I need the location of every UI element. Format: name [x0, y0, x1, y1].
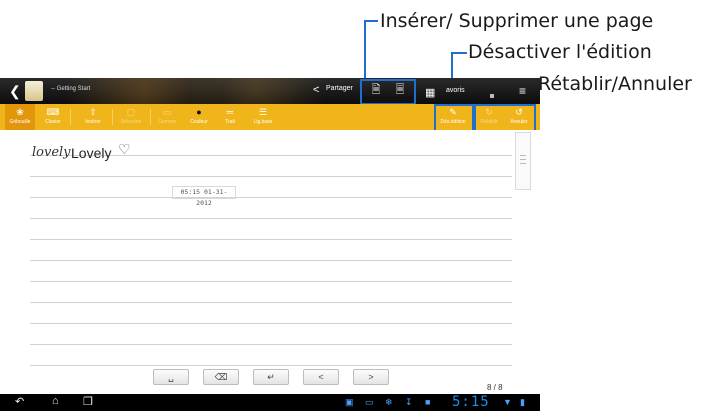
color-icon: ● — [196, 107, 202, 117]
callout-insert-delete-page: Insérer/ Supprimer une page — [380, 10, 654, 32]
insert-page-icon[interactable]: 🗎 — [365, 79, 387, 101]
back-chevron-icon[interactable]: ❮ — [9, 83, 21, 100]
handwritten-text[interactable]: lovely — [32, 145, 71, 160]
notebook-icon — [25, 81, 43, 101]
wifi-icon[interactable]: ▼ — [503, 397, 512, 407]
toolbar-baseline[interactable]: ☰ Lig.base — [246, 104, 280, 130]
notification-icon-2[interactable]: ▭ — [365, 397, 374, 408]
cursor-right-key[interactable]: > — [353, 369, 389, 385]
system-clock[interactable]: 5:15 — [452, 394, 490, 410]
baseline-icon: ☰ — [258, 107, 268, 117]
share-icon[interactable]: < — [313, 84, 323, 96]
heart-doodle-icon[interactable]: ♡ — [118, 141, 131, 158]
stroke-icon: ═ — [226, 107, 234, 117]
keyboard-icon: ⌨ — [46, 107, 60, 117]
toolbar-keyboard[interactable]: ⌨ Clavier — [38, 104, 68, 130]
notification-icon[interactable]: ▣ — [345, 397, 354, 408]
download-icon[interactable]: ↧ — [405, 397, 413, 408]
toolbar-scribble[interactable]: ❀ Gribouille — [5, 104, 35, 130]
app-bar: ❮ -- Getting Start < Partager ▦ avoris ≡ — [0, 78, 540, 104]
delete-page-icon[interactable]: 🗏 — [389, 79, 411, 101]
scribble-icon: ❀ — [16, 107, 24, 117]
page-indicator: 8 / 8 — [487, 383, 503, 392]
overflow-indicator-icon — [490, 94, 494, 98]
home-icon[interactable]: ⌂ — [52, 395, 59, 407]
notebook-title: -- Getting Start — [51, 86, 91, 92]
space-key[interactable]: ␣ — [153, 369, 189, 385]
share-button[interactable]: Partager — [326, 85, 353, 92]
timestamp-field[interactable]: 05:15 01-31-2012 — [172, 186, 236, 207]
usb-icon[interactable]: ❄ — [385, 397, 393, 408]
menu-icon[interactable]: ≡ — [519, 84, 526, 98]
lock-icon[interactable]: ■ — [425, 397, 430, 407]
battery-icon[interactable]: ▮ — [520, 397, 525, 408]
backspace-key[interactable]: ⌫ — [203, 369, 239, 385]
toolbar-selection[interactable]: ▢ Sélection — [116, 104, 146, 130]
enter-key[interactable]: ↵ — [253, 369, 289, 385]
typed-text[interactable]: Lovely — [71, 145, 111, 161]
page-scrollbar[interactable] — [515, 132, 531, 190]
favorites-button[interactable]: avoris — [446, 87, 465, 94]
back-icon[interactable]: ↶ — [15, 395, 24, 408]
system-bar: ↶ ⌂ ❐ ▣ ▭ ❄ ↧ ■ 5:15 ▼ ▮ — [0, 394, 540, 411]
toolbar-stroke[interactable]: ═ Trait — [216, 104, 244, 130]
eraser-icon: ▭ — [162, 107, 172, 117]
grid-view-icon[interactable]: ▦ — [425, 86, 435, 99]
recent-apps-icon[interactable]: ❐ — [83, 395, 93, 408]
callout-redo-undo: Rétablir/Annuler — [538, 73, 692, 95]
redo-undo-highlight — [474, 104, 536, 132]
callout-disable-editing: Désactiver l'édition — [468, 41, 652, 63]
disable-edit-highlight — [434, 104, 474, 132]
insert-icon: ⇧ — [89, 107, 97, 117]
toolbar-eraser[interactable]: ▭ Gomme — [153, 104, 181, 130]
toolbar-color[interactable]: ● Couleur — [183, 104, 215, 130]
toolbar-insert[interactable]: ⇧ Insérer — [76, 104, 110, 130]
cursor-left-key[interactable]: < — [303, 369, 339, 385]
selection-icon: ▢ — [126, 107, 136, 117]
